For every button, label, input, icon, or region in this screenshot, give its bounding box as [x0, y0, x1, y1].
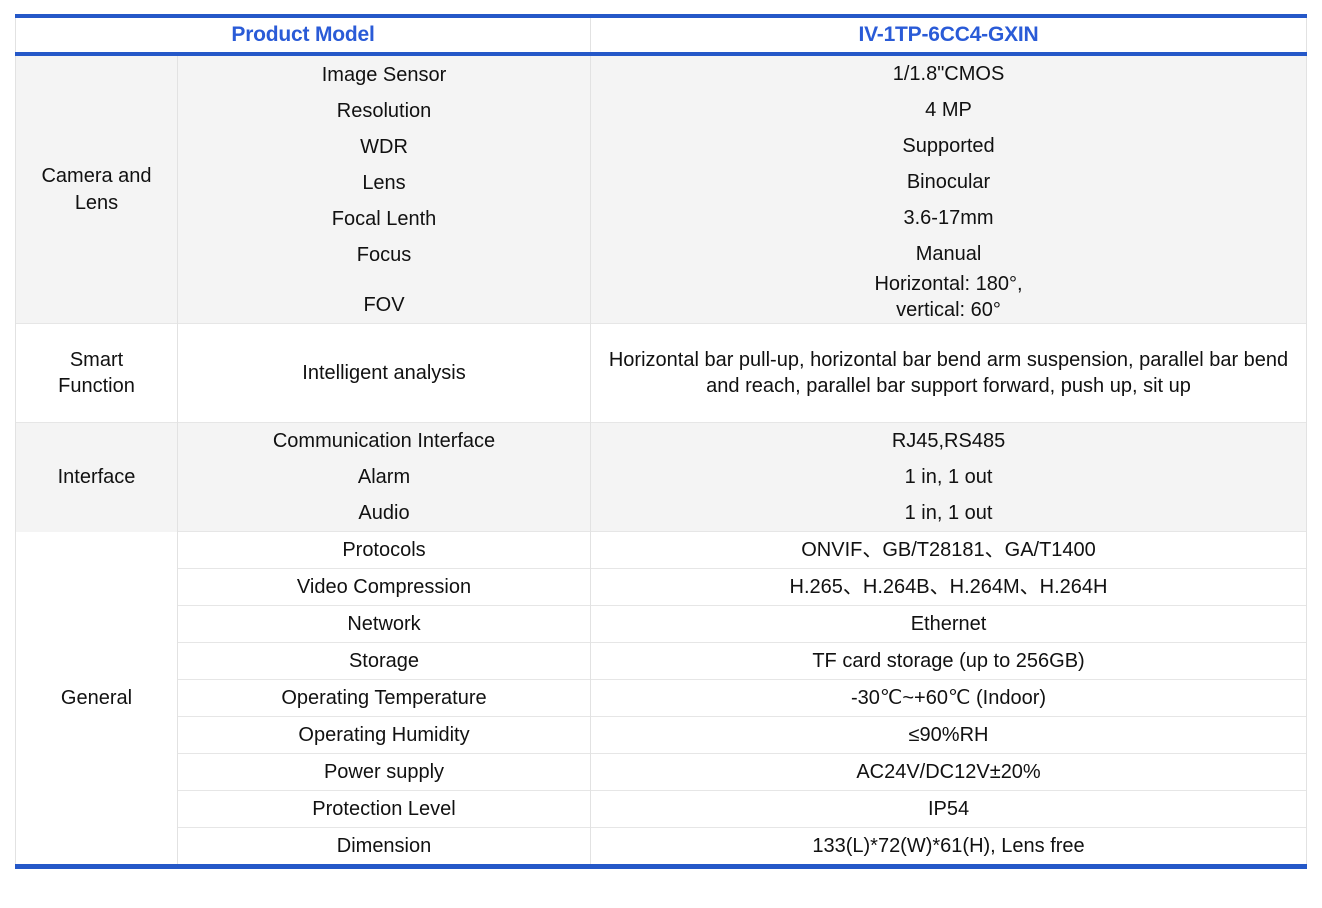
table-row: Storage TF card storage (up to 256GB): [16, 642, 1308, 680]
table-row: Protection Level IP54: [16, 790, 1308, 828]
bottom-accent-rule: [15, 864, 1307, 871]
spec-label-focal-length: Focal Lenth: [331, 207, 437, 230]
spec-value-operating-humidity: ≤90%RH: [590, 716, 1308, 754]
spec-value-protocols: ONVIF、GB/T28181、GA/T1400: [590, 531, 1308, 569]
spec-value-focus: Manual: [915, 243, 982, 265]
category-line-2: Function: [58, 375, 135, 398]
table-row: Dimension 133(L)*72(W)*61(H), Lens free: [16, 827, 1308, 867]
spec-label-wdr: WDR: [360, 135, 408, 158]
specification-table: Product Model IV-1TP-6CC4-GXIN Camera an…: [14, 14, 1308, 871]
spec-value-group-interface: RJ45,RS485 1 in, 1 out 1 in, 1 out: [590, 422, 1308, 532]
table-row: Network Ethernet: [16, 605, 1308, 643]
spec-label-resolution: Resolution: [336, 99, 432, 122]
header-row: Product Model IV-1TP-6CC4-GXIN: [14, 14, 1308, 56]
table-row: General Protocols ONVIF、GB/T28181、GA/T14…: [15, 531, 1308, 867]
spec-label-power-supply: Power supply: [177, 753, 592, 791]
category-interface: Interface: [15, 422, 178, 532]
spec-label-dimension: Dimension: [177, 827, 592, 867]
category-camera-and-lens: Camera and Lens: [15, 54, 178, 324]
section-smart-function: Smart Function Intelligent analysis Hori…: [15, 323, 1308, 423]
category-line-1: Smart: [69, 348, 124, 371]
spec-value-alarm: 1 in, 1 out: [904, 466, 993, 489]
spec-value-focal-length: 3.6-17mm: [903, 207, 994, 229]
spec-value-image-sensor: 1/1.8"CMOS: [892, 63, 1005, 85]
spec-value-stack: 1/1.8"CMOS 4 MP Supported Binocular 3.6-…: [597, 56, 1300, 323]
spec-value-communication-interface: RJ45,RS485: [891, 430, 1006, 453]
spec-value-video-compression: H.265、H.264B、H.264M、H.264H: [590, 568, 1308, 606]
spec-label-audio: Audio: [358, 502, 410, 525]
spec-value-wdr: Supported: [902, 135, 995, 157]
category-line-2: Lens: [74, 191, 119, 214]
header-product-model: Product Model: [14, 14, 592, 56]
spec-label-protocols: Protocols: [177, 531, 592, 569]
spec-label-protection-level: Protection Level: [177, 790, 592, 828]
spec-label-group-camera: Image Sensor Resolution WDR Lens Focal L…: [177, 54, 592, 324]
spec-label-intelligent-analysis: Intelligent analysis: [177, 323, 592, 423]
spec-label-video-compression: Video Compression: [177, 568, 592, 606]
spec-value-stack: RJ45,RS485 1 in, 1 out 1 in, 1 out: [597, 423, 1300, 531]
table-footer: [15, 864, 1307, 871]
spec-label-network: Network: [177, 605, 592, 643]
table-header: Product Model IV-1TP-6CC4-GXIN: [14, 14, 1308, 56]
spec-value-dimension: 133(L)*72(W)*61(H), Lens free: [590, 827, 1308, 867]
spec-label-fov: FOV: [363, 293, 405, 316]
spec-value-protection-level: IP54: [590, 790, 1308, 828]
spec-value-resolution: 4 MP: [925, 99, 972, 121]
category-label-stack: Camera and Lens: [22, 163, 171, 216]
spec-label-alarm: Alarm: [357, 466, 411, 489]
spec-value-group-camera: 1/1.8"CMOS 4 MP Supported Binocular 3.6-…: [590, 54, 1308, 324]
table-row: Operating Humidity ≤90%RH: [16, 716, 1308, 754]
spec-label-communication-interface: Communication Interface: [272, 430, 496, 453]
spec-value-network: Ethernet: [590, 605, 1308, 643]
spec-value-power-supply: AC24V/DC12V±20%: [590, 753, 1308, 791]
spec-label-stack: Image Sensor Resolution WDR Lens Focal L…: [184, 57, 584, 323]
spec-label-lens: Lens: [362, 171, 406, 194]
header-model-number: IV-1TP-6CC4-GXIN: [590, 14, 1308, 56]
spec-value-lens: Binocular: [906, 171, 991, 193]
table-body: Camera and Lens Image Sensor Resolution …: [15, 54, 1308, 867]
spec-value-fov-line-2: vertical: 60°: [896, 298, 1001, 321]
spec-value-audio: 1 in, 1 out: [904, 502, 993, 525]
spec-label-focus: Focus: [356, 243, 412, 266]
spec-label-stack: Communication Interface Alarm Audio: [184, 423, 584, 531]
section-camera-and-lens: Camera and Lens Image Sensor Resolution …: [15, 54, 1308, 324]
bottom-rule-row: [15, 864, 1307, 871]
spec-value-storage: TF card storage (up to 256GB): [590, 642, 1308, 680]
spec-label-image-sensor: Image Sensor: [321, 63, 447, 86]
category-line-1: Camera and: [41, 165, 152, 188]
section-interface: Interface Communication Interface Alarm …: [15, 422, 1308, 532]
spec-value-fov-line-1: Horizontal: 180°,: [874, 273, 1023, 295]
category-smart-function: Smart Function: [15, 323, 178, 423]
category-general: General: [15, 531, 178, 867]
spec-value-operating-temperature: -30℃~+60℃ (Indoor): [590, 679, 1308, 717]
table-row: Power supply AC24V/DC12V±20%: [16, 753, 1308, 791]
product-spec-sheet: Product Model IV-1TP-6CC4-GXIN Camera an…: [14, 14, 1308, 871]
table-row: Operating Temperature -30℃~+60℃ (Indoor): [16, 679, 1308, 717]
spec-label-operating-humidity: Operating Humidity: [177, 716, 592, 754]
spec-value-intelligent-analysis: Horizontal bar pull-up, horizontal bar b…: [590, 323, 1308, 423]
table-row: Video Compression H.265、H.264B、H.264M、H.…: [16, 568, 1308, 606]
category-label-stack: Smart Function: [22, 347, 171, 400]
spec-label-storage: Storage: [177, 642, 592, 680]
spec-label-operating-temperature: Operating Temperature: [177, 679, 592, 717]
spec-label-group-interface: Communication Interface Alarm Audio: [177, 422, 592, 532]
